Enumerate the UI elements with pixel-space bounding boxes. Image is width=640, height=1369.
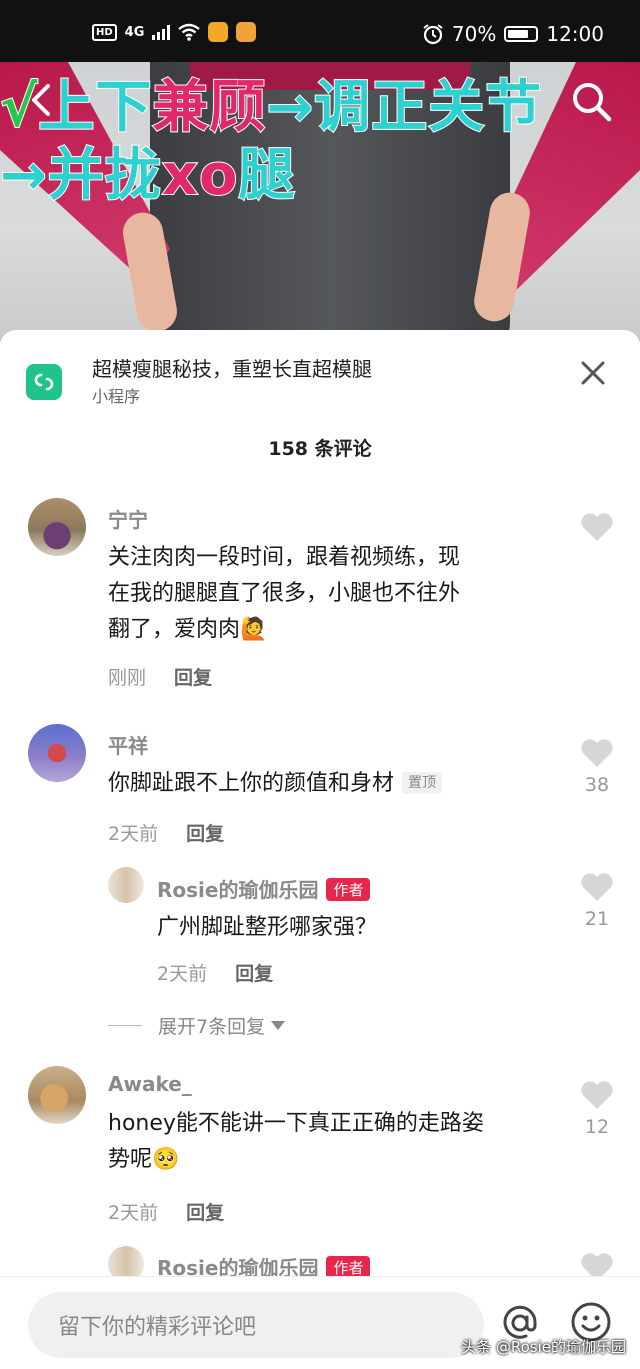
comment-time: 2天前 (108, 823, 159, 845)
mini-program-icon (26, 364, 62, 400)
pinned-badge: 置顶 (402, 772, 443, 794)
close-icon[interactable] (580, 360, 606, 386)
comment-text-line: honey能不能讲一下真正正确的走路姿 (108, 1111, 484, 1136)
hd-badge: HD (92, 23, 117, 41)
comment-meta: 2天前 回复 (108, 819, 224, 846)
network-label: 4G (124, 24, 145, 40)
status-bar: HD 4G 70% 12:00 (0, 0, 640, 62)
reply-button[interactable]: 回复 (174, 667, 212, 689)
comment-input[interactable]: 留下你的精彩评论吧 (28, 1292, 484, 1358)
comment-text-line: 翻了，爱肉肉🙋 (108, 617, 268, 642)
comment-time: 刚刚 (108, 667, 147, 689)
reply-button[interactable]: 回复 (186, 1202, 224, 1224)
status-right: 70% 12:00 (422, 22, 604, 46)
like-button[interactable]: 21 (580, 872, 614, 930)
comment-username[interactable]: 平祥 (108, 730, 148, 759)
status-left: HD 4G (92, 22, 257, 42)
app-notification-icon (208, 22, 229, 42)
reply-time: 2天前 (157, 963, 208, 985)
comment-text-line: 在我的腿腿直了很多，小腿也不往外 (108, 581, 461, 606)
like-button[interactable]: 38 (580, 738, 614, 796)
avatar[interactable] (28, 498, 86, 556)
mini-program-card[interactable]: 超模瘦腿秘技，重塑长直超模腿 小程序 (26, 354, 372, 410)
battery-icon (504, 26, 539, 42)
reply-meta: 2天前 回复 (157, 959, 273, 986)
comment-text-line: 关注肉肉一段时间，跟着视频练，现 (108, 545, 461, 570)
like-button[interactable]: 12 (580, 1080, 614, 1138)
expand-replies-label: 展开7条回复 (158, 1016, 266, 1038)
reply-text: 广州脚趾整形哪家强？ (157, 915, 378, 940)
comment-meta: 刚刚 回复 (108, 663, 212, 690)
clock: 12:00 (546, 22, 604, 46)
avatar[interactable] (28, 1066, 86, 1124)
heart-icon (581, 739, 613, 767)
comment-sheet: 超模瘦腿秘技，重塑长直超模腿 小程序 158 条评论 (0, 330, 640, 1369)
chevron-down-icon (271, 1021, 286, 1030)
video-title-line-2: →并拢xo腿 (0, 142, 296, 209)
heart-icon (581, 513, 613, 541)
app-notification-icon-2 (236, 22, 257, 42)
back-icon[interactable] (24, 82, 60, 118)
like-count: 21 (584, 908, 610, 930)
comment-meta: 2天前 回复 (108, 1198, 224, 1225)
comment-text-line: 势呢🥺 (108, 1147, 180, 1172)
author-avatar[interactable] (108, 867, 144, 903)
heart-icon (581, 873, 613, 901)
alarm-icon (423, 24, 443, 45)
comment-username[interactable]: Awake_ (108, 1072, 192, 1096)
like-button[interactable] (580, 512, 614, 546)
battery-percent: 70% (451, 22, 497, 46)
watermark: 头条 @Rosie的瑜伽乐园 (461, 1338, 626, 1356)
mini-program-title: 超模瘦腿秘技，重塑长直超模腿 (92, 357, 372, 381)
like-count: 38 (584, 774, 610, 796)
mini-program-subtitle: 小程序 (92, 387, 141, 406)
signal-icon (152, 24, 171, 40)
comment-count: 158 条评论 (268, 438, 372, 460)
comment-username[interactable]: 宁宁 (108, 504, 148, 533)
search-icon[interactable] (570, 80, 612, 122)
comment-time: 2天前 (108, 1202, 159, 1224)
wifi-icon (178, 23, 201, 41)
heart-icon (581, 1081, 613, 1109)
like-count: 12 (584, 1116, 610, 1138)
reply-username[interactable]: Rosie的瑜伽乐园 作者 (157, 874, 371, 903)
reply-button[interactable]: 回复 (235, 963, 273, 985)
comment-text: 你脚趾跟不上你的颜值和身材 置顶 (108, 766, 443, 802)
author-badge: 作者 (326, 878, 371, 901)
expand-replies-button[interactable]: 展开7条回复 (108, 1012, 286, 1039)
avatar[interactable] (28, 724, 86, 782)
reply-button[interactable]: 回复 (186, 823, 224, 845)
